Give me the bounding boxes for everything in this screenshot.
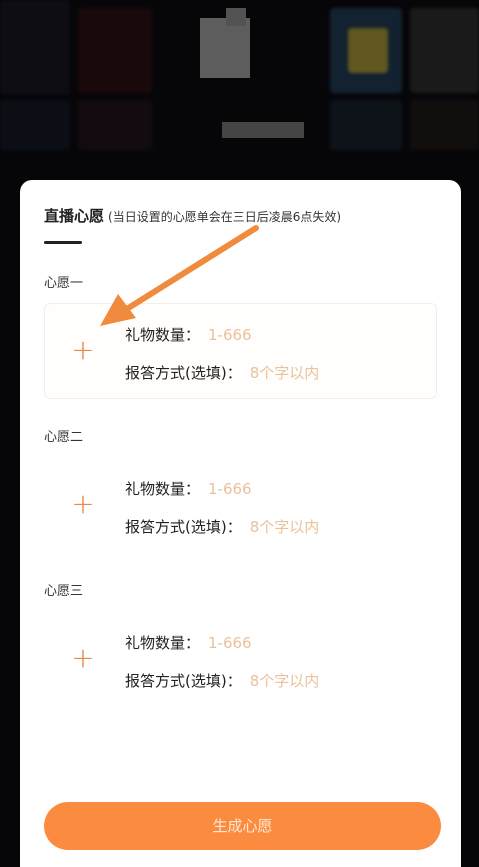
wish-label-2: 心愿二 bbox=[44, 430, 84, 445]
title-underline bbox=[44, 241, 82, 244]
modal-title: 直播心愿 bbox=[44, 207, 105, 225]
reply-placeholder: 8个字以内 bbox=[249, 518, 320, 536]
reply-field-3[interactable]: 报答方式(选填)： 8个字以内 bbox=[125, 670, 319, 691]
reply-placeholder: 8个字以内 bbox=[249, 672, 320, 690]
gift-count-field-1[interactable]: 礼物数量： 1-666 bbox=[125, 324, 252, 345]
reply-label: 报答方式(选填)： bbox=[125, 518, 242, 536]
gift-count-label: 礼物数量： bbox=[125, 326, 201, 344]
reply-field-1[interactable]: 报答方式(选填)： 8个字以内 bbox=[125, 362, 319, 383]
gift-count-placeholder: 1-666 bbox=[208, 480, 252, 498]
generate-wish-button[interactable]: 生成心愿 bbox=[44, 802, 441, 850]
add-gift-button-1[interactable]: + bbox=[69, 336, 97, 364]
modal-header: 直播心愿 (当日设置的心愿单会在三日后凌晨6点失效) bbox=[44, 205, 341, 226]
gift-count-placeholder: 1-666 bbox=[208, 326, 252, 344]
reply-field-2[interactable]: 报答方式(选填)： 8个字以内 bbox=[125, 516, 319, 537]
reply-placeholder: 8个字以内 bbox=[249, 364, 320, 382]
reply-label: 报答方式(选填)： bbox=[125, 672, 242, 690]
gift-count-field-2[interactable]: 礼物数量： 1-666 bbox=[125, 478, 252, 499]
gift-count-label: 礼物数量： bbox=[125, 634, 201, 652]
add-gift-button-2[interactable]: + bbox=[69, 490, 97, 518]
reply-label: 报答方式(选填)： bbox=[125, 364, 242, 382]
wish-modal: 直播心愿 (当日设置的心愿单会在三日后凌晨6点失效) 心愿一 + 礼物数量： 1-6… bbox=[20, 180, 461, 867]
wish-card-2: + 礼物数量： 1-666 报答方式(选填)： 8个字以内 bbox=[44, 457, 437, 553]
wish-card-3: + 礼物数量： 1-666 报答方式(选填)： 8个字以内 bbox=[44, 611, 437, 707]
gift-count-label: 礼物数量： bbox=[125, 480, 201, 498]
modal-subtitle: (当日设置的心愿单会在三日后凌晨6点失效) bbox=[108, 210, 342, 224]
wish-card-1: + 礼物数量： 1-666 报答方式(选填)： 8个字以内 bbox=[44, 303, 437, 399]
wish-label-1: 心愿一 bbox=[44, 276, 84, 291]
add-gift-button-3[interactable]: + bbox=[69, 644, 97, 672]
gift-count-placeholder: 1-666 bbox=[208, 634, 252, 652]
wish-label-3: 心愿三 bbox=[44, 584, 84, 599]
gift-count-field-3[interactable]: 礼物数量： 1-666 bbox=[125, 632, 252, 653]
